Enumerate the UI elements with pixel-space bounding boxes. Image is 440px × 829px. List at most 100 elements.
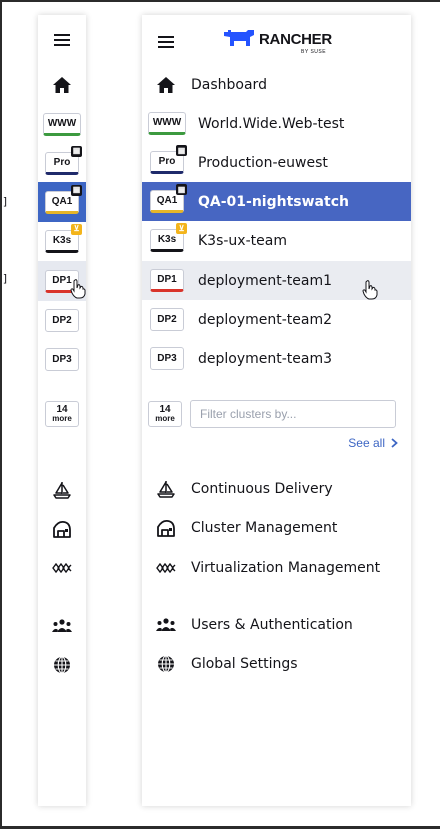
menu-label: Cluster Management: [191, 520, 338, 536]
rail-cluster-management[interactable]: [38, 509, 86, 549]
menu-label: Global Settings: [191, 656, 298, 672]
rail-users-authentication[interactable]: [38, 606, 86, 646]
window-frame-top: [0, 0, 440, 2]
rail-cluster-dp1[interactable]: DP1: [38, 261, 86, 301]
more-label: more: [52, 414, 72, 423]
cluster-name: K3s-ux-team: [198, 232, 287, 249]
k3s-icon: ⊻: [71, 223, 82, 235]
rail-dashboard-link[interactable]: [38, 65, 86, 105]
menu-continuous-delivery[interactable]: Continuous Delivery: [142, 473, 411, 505]
users-icon: [156, 618, 176, 631]
edge-marker: ]: [2, 272, 9, 285]
cluster-badge: K3s ⊻: [45, 223, 82, 253]
cluster-row-dp1[interactable]: DP1 deployment-team1: [142, 261, 411, 300]
rail-more-clusters-button[interactable]: 14 more: [38, 394, 86, 434]
cluster-badge: DP2: [150, 308, 184, 331]
more-clusters-badge: 14 more: [45, 401, 79, 427]
see-all-label: See all: [348, 436, 385, 450]
cluster-type-icon: ▦: [71, 184, 82, 196]
cluster-badge: WWW: [42, 112, 82, 136]
sailboat-icon: [53, 482, 71, 499]
cluster-badge: QA1 ▦: [45, 184, 82, 214]
cluster-badge-text: Pro: [158, 156, 176, 167]
rail-cluster-dp3[interactable]: DP3: [38, 339, 86, 379]
filter-clusters-input[interactable]: [190, 400, 396, 428]
more-clusters-button[interactable]: 14 more: [148, 401, 182, 427]
menu-label: Continuous Delivery: [191, 481, 333, 497]
cluster-type-icon: ▦: [176, 145, 187, 156]
cluster-badge-text: DP3: [52, 353, 72, 365]
expanded-side-nav: RANCHER BY SUSE Dashboard WWW World.Wide…: [142, 15, 411, 806]
menu-label: Users & Authentication: [191, 617, 353, 633]
cluster-type-icon: ▦: [71, 145, 82, 157]
rail-global-settings[interactable]: [38, 645, 86, 685]
cluster-row-k3s[interactable]: K3s ⊻ K3s-ux-team: [142, 221, 411, 260]
cluster-row-qa1[interactable]: QA1 ▦ QA-01-nightswatch: [142, 182, 411, 221]
cluster-badge-text: DP2: [52, 314, 72, 326]
home-icon: [53, 77, 71, 93]
rail-continuous-delivery[interactable]: [38, 470, 86, 510]
rail-cluster-k3s[interactable]: K3s ⊻: [38, 221, 86, 261]
cluster-badge: DP1: [150, 269, 184, 292]
cluster-badge-text: DP3: [157, 353, 177, 364]
cluster-badge: Pro ▦: [150, 145, 187, 174]
cluster-management-icon: [157, 519, 175, 537]
cluster-badge: DP3: [45, 347, 79, 371]
rail-cluster-dp2[interactable]: DP2: [38, 300, 86, 340]
cluster-badge-text: DP2: [157, 314, 177, 325]
home-icon: [157, 77, 175, 93]
menu-cluster-management[interactable]: Cluster Management: [142, 512, 411, 544]
cluster-management-icon: [53, 520, 71, 538]
cluster-badge: WWW: [148, 112, 186, 135]
more-count: 14: [56, 404, 68, 415]
globe-icon: [54, 656, 70, 674]
cluster-badge: DP1: [45, 269, 79, 293]
cluster-name: deployment-team1: [198, 272, 333, 289]
see-all-link[interactable]: See all: [348, 436, 398, 450]
cluster-row-dp2[interactable]: DP2 deployment-team2: [142, 300, 411, 339]
menu-users-authentication[interactable]: Users & Authentication: [142, 609, 411, 641]
dashboard-link[interactable]: Dashboard: [142, 69, 411, 101]
cluster-row-dp3[interactable]: DP3 deployment-team3: [142, 339, 411, 378]
cluster-name: QA-01-nightswatch: [198, 193, 349, 210]
dashboard-label: Dashboard: [191, 77, 267, 93]
cluster-badge-text: K3s: [52, 234, 72, 246]
more-count: 14: [159, 404, 171, 415]
cluster-badge-text: K3s: [157, 234, 177, 245]
menu-toggle-button[interactable]: [38, 20, 86, 60]
rail-cluster-www[interactable]: WWW: [38, 104, 86, 144]
rail-cluster-qa1[interactable]: QA1 ▦: [38, 182, 86, 222]
logo-subtitle: BY SUSE: [301, 49, 327, 55]
virtualization-icon: [52, 563, 72, 573]
cluster-badge: Pro ▦: [45, 145, 82, 175]
menu-global-settings[interactable]: Global Settings: [142, 648, 411, 680]
cluster-badge: DP3: [150, 347, 184, 370]
cluster-name: Production-euwest: [198, 154, 328, 171]
virtualization-icon: [156, 563, 176, 573]
menu-toggle-button[interactable]: [158, 33, 174, 52]
rail-virtualization-management[interactable]: [38, 548, 86, 588]
cluster-row-www[interactable]: WWW World.Wide.Web-test: [142, 104, 411, 143]
cluster-type-icon: ▦: [176, 184, 187, 195]
globe-icon: [158, 655, 174, 673]
collapsed-side-nav: WWW Pro ▦ QA1 ▦ K3s ⊻ DP1 DP2 DP3 14 more: [38, 15, 86, 806]
rancher-cow-icon: [224, 30, 254, 46]
cluster-name: World.Wide.Web-test: [198, 115, 345, 132]
cluster-name: deployment-team3: [198, 350, 333, 367]
logo-wordmark: RANCHER: [259, 31, 332, 48]
cluster-badge-text: DP1: [157, 274, 177, 285]
rancher-logo: RANCHER BY SUSE: [222, 29, 332, 55]
users-icon: [52, 619, 72, 632]
cluster-badge-text: Pro: [53, 156, 71, 168]
more-label: more: [155, 414, 175, 423]
cluster-row-pro[interactable]: Pro ▦ Production-euwest: [142, 143, 411, 182]
menu-virtualization-management[interactable]: Virtualization Management: [142, 552, 411, 584]
cluster-badge: DP2: [45, 308, 79, 332]
menu-label: Virtualization Management: [191, 560, 381, 576]
more-clusters-badge: 14 more: [148, 401, 182, 427]
rail-cluster-pro[interactable]: Pro ▦: [38, 143, 86, 183]
cluster-badge-text: QA1: [156, 195, 178, 206]
window-frame-left: [0, 0, 2, 829]
hamburger-icon: [158, 36, 174, 48]
edge-marker: ]: [2, 195, 9, 208]
